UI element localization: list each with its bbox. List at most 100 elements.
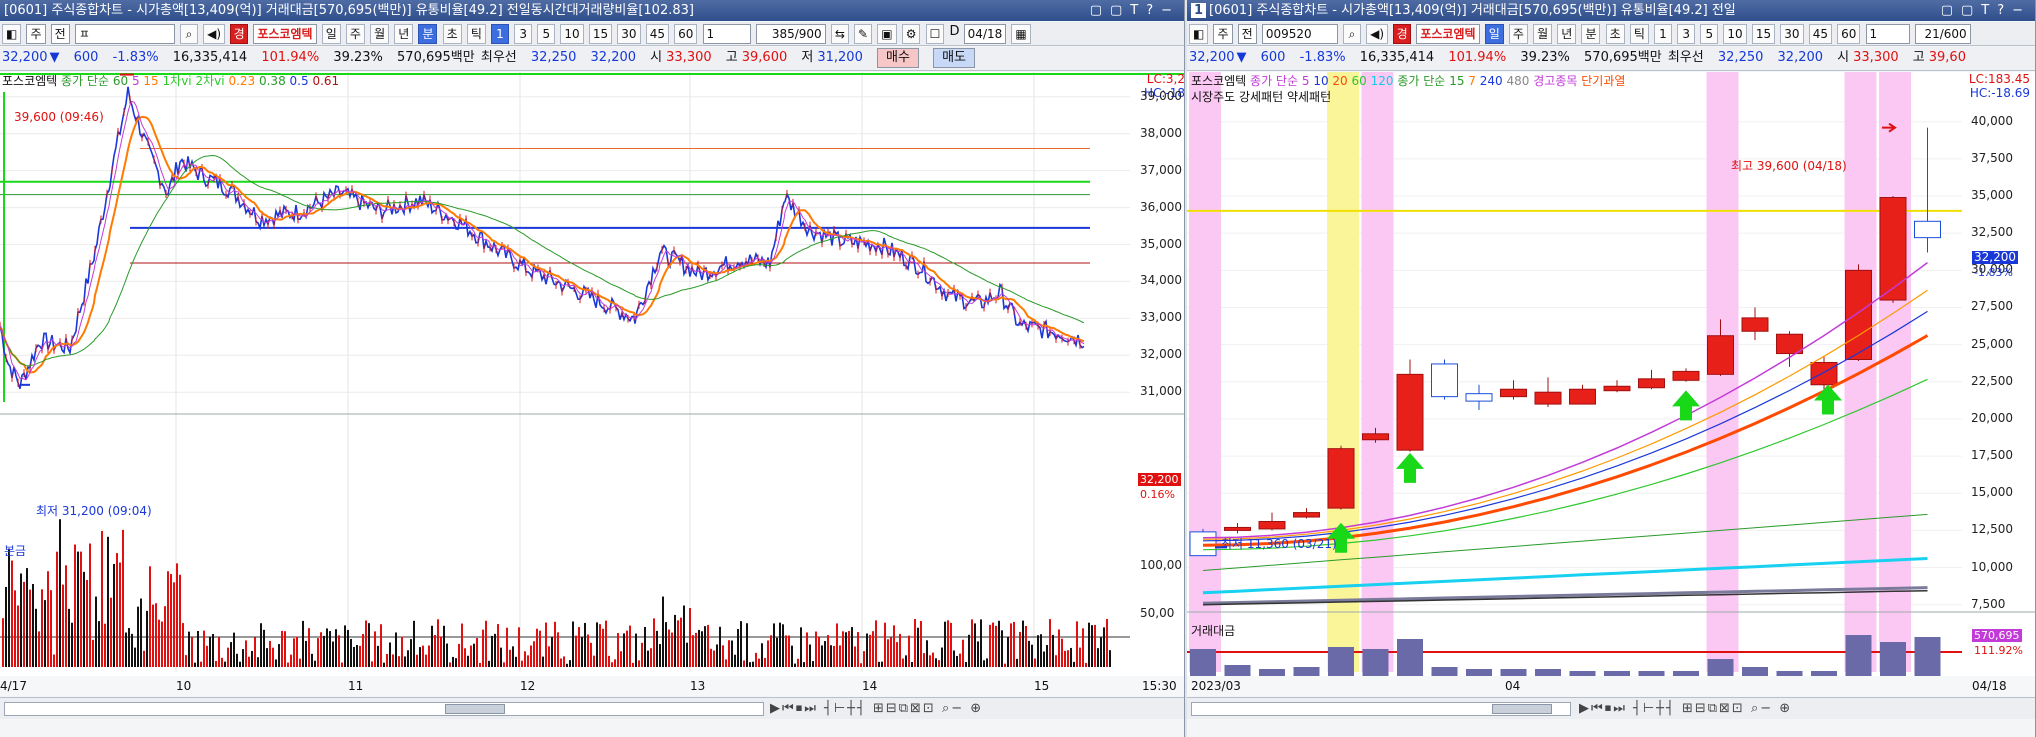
period-day[interactable]: 일	[321, 24, 341, 44]
right-period-day[interactable]: 일	[1484, 24, 1504, 44]
right-candle	[1258, 520, 1286, 530]
left-vol-ylabel-1: 100,00	[1140, 558, 1182, 572]
right-interval-5[interactable]: 5	[1700, 24, 1719, 44]
data-count-field[interactable]: 385/900	[755, 24, 826, 44]
left-playback-icons[interactable]: ▶⏮⏹⏭ ┤⊢┼┤ ⊞⊟⧉⊠⊡ ⌕− ⊕	[770, 701, 983, 716]
right-market-select[interactable]: 주	[1213, 24, 1233, 44]
left-date-3: 12	[520, 679, 536, 693]
search-icon[interactable]: ⌕	[180, 24, 198, 44]
left-volume-bar	[971, 619, 973, 667]
open: 33,300	[666, 50, 712, 65]
stock-search-input[interactable]: ㅍ	[74, 24, 175, 44]
left-volume-bar	[233, 632, 235, 667]
buy-button[interactable]: 매수	[877, 48, 919, 68]
right-range-select[interactable]: 전	[1237, 24, 1257, 44]
left-horizontal-scroll[interactable]	[4, 702, 764, 716]
interval-3[interactable]: 3	[514, 24, 533, 44]
interval-select[interactable]: 1	[702, 24, 751, 44]
left-volume-bar	[107, 536, 109, 667]
right-interval-15[interactable]: 15	[1751, 24, 1776, 44]
left-volume-bar	[374, 631, 376, 667]
stock-code-input[interactable]: 009520	[1261, 24, 1338, 44]
left-volume-bar	[134, 647, 136, 667]
left-volume-bar	[125, 632, 127, 667]
right-legend-pattern: 시장주도 강세패턴 약세패턴	[1191, 90, 1332, 104]
left-volume-bar	[530, 645, 532, 667]
left-volume-bar	[152, 604, 154, 667]
right-interval-10[interactable]: 10	[1723, 24, 1747, 44]
left-volume-bar	[371, 661, 373, 667]
interval-30[interactable]: 30	[617, 24, 641, 44]
right-interval-3[interactable]: 3	[1677, 24, 1696, 44]
layout-icon[interactable]: ◧	[2, 24, 22, 44]
right-search-icon[interactable]: ⌕	[1343, 24, 1361, 44]
interval-1[interactable]: 1	[491, 24, 509, 44]
interval-10[interactable]: 10	[560, 24, 584, 44]
right-playback-icons[interactable]: ▶⏮⏹⏭ ┤⊢┼┤ ⊞⊟⧉⊠⊡ ⌕− ⊕	[1579, 701, 1792, 716]
right-period-year[interactable]: 년	[1557, 24, 1577, 44]
sell-button[interactable]: 매도	[933, 48, 975, 68]
settings-icon[interactable]: ⚙	[901, 24, 921, 44]
right-layout-icon[interactable]: ◧	[1189, 24, 1209, 44]
interval-60[interactable]: 60	[674, 24, 698, 44]
period-second[interactable]: 초	[442, 24, 462, 44]
right-interval-1[interactable]: 1	[1654, 24, 1672, 44]
speaker-icon[interactable]: ◀)	[203, 24, 226, 44]
left-volume-bar	[215, 660, 217, 667]
draw-icon[interactable]: ✎	[854, 24, 873, 44]
left-volume-bar	[119, 562, 121, 667]
right-vol-pct: 111.92%	[1974, 644, 2023, 657]
left-volume-bar	[983, 660, 985, 667]
left-volume-bar	[665, 622, 667, 667]
right-period-month[interactable]: 월	[1533, 24, 1553, 44]
calendar-icon[interactable]: ▦	[1011, 24, 1031, 44]
period-minute[interactable]: 분	[418, 24, 438, 44]
left-volume-bar	[878, 661, 880, 667]
right-data-count-field[interactable]: 21/600	[1914, 24, 1971, 44]
period-year[interactable]: 년	[394, 24, 414, 44]
right-candle	[1431, 363, 1458, 398]
save-icon[interactable]: ▣	[877, 24, 897, 44]
right-speaker-icon[interactable]: ◀)	[1366, 24, 1389, 44]
right-period-week[interactable]: 주	[1508, 24, 1528, 44]
date-checkbox[interactable]: ☐	[925, 24, 945, 44]
period-month[interactable]: 월	[370, 24, 390, 44]
right-window-controls[interactable]: ▢▢T?−	[1934, 0, 2031, 21]
left-volume-bar	[311, 653, 313, 667]
right-candle	[1396, 373, 1424, 451]
right-interval-45[interactable]: 45	[1808, 24, 1832, 44]
right-warning-badge-icon: 경	[1393, 24, 1412, 44]
left-volume-bar	[653, 618, 655, 667]
left-volume-bar	[356, 645, 358, 667]
interval-5[interactable]: 5	[537, 24, 556, 44]
left-volume-bar	[749, 662, 751, 667]
left-volume-bar	[785, 635, 787, 667]
period-week[interactable]: 주	[345, 24, 365, 44]
right-interval-60[interactable]: 60	[1837, 24, 1861, 44]
right-interval-select[interactable]: 1	[1865, 24, 1910, 44]
left-volume-bar	[671, 632, 673, 667]
left-volume-bar	[605, 620, 607, 667]
right-interval-30[interactable]: 30	[1780, 24, 1804, 44]
right-period-tick[interactable]: 틱	[1629, 24, 1649, 44]
left-price-chart[interactable]: 포스코엠텍 종가 단순 60 5 15 1차vi 2차vi 0.23 0.38 …	[0, 72, 1184, 682]
indicator-icon[interactable]: ⇆	[830, 24, 849, 44]
interval-15[interactable]: 15	[588, 24, 613, 44]
right-horizontal-scroll[interactable]	[1191, 702, 1571, 716]
right-period-minute[interactable]: 분	[1581, 24, 1601, 44]
left-volume-bar	[728, 640, 730, 667]
market-select[interactable]: 주	[26, 24, 46, 44]
left-volume-bar	[353, 646, 355, 667]
right-legend: 포스코엠텍 종가 단순 5 10 20 60 120 종가 단순 15 7 24…	[1191, 74, 1626, 88]
range-select[interactable]: 전	[50, 24, 70, 44]
right-candle	[1879, 197, 1907, 301]
window-controls[interactable]: ▢▢T?−	[1083, 0, 1180, 21]
left-volume-bar	[716, 644, 718, 667]
left-volume-bar	[545, 622, 547, 667]
period-tick[interactable]: 틱	[466, 24, 486, 44]
right-period-second[interactable]: 초	[1605, 24, 1625, 44]
right-amount: 570,695백만	[1584, 50, 1662, 65]
interval-45[interactable]: 45	[645, 24, 669, 44]
right-daily-chart[interactable]: 포스코엠텍 종가 단순 5 10 20 60 120 종가 단순 15 7 24…	[1187, 72, 2035, 682]
date-field[interactable]: 04/18	[963, 24, 1007, 44]
